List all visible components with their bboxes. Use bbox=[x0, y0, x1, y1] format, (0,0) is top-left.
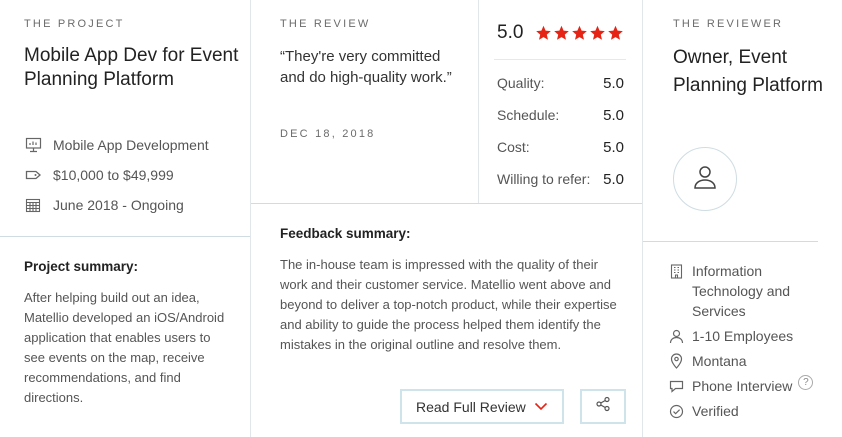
score-value: 5.0 bbox=[603, 139, 624, 156]
reviewer-verified: Verified bbox=[668, 401, 739, 421]
score-divider bbox=[478, 0, 479, 204]
score-label: Willing to refer: bbox=[497, 171, 591, 187]
star-icon bbox=[572, 25, 588, 40]
section-divider bbox=[643, 241, 818, 242]
project-timeline: June 2018 - Ongoing bbox=[24, 195, 184, 215]
score-quality: Quality: 5.0 bbox=[497, 75, 624, 92]
overall-score: 5.0 bbox=[497, 22, 524, 43]
reviewer-title: Owner, Event Planning Platform bbox=[673, 47, 823, 96]
feedback-summary-text: The in-house team is impressed with the … bbox=[280, 257, 617, 352]
reviewer-industry: Information Technology and Services bbox=[668, 261, 828, 321]
avatar bbox=[673, 147, 737, 211]
score-cost: Cost: 5.0 bbox=[497, 139, 624, 156]
star-icon bbox=[590, 25, 606, 40]
reviewer-industry-text: Information Technology and Services bbox=[692, 263, 791, 319]
review-card: THE PROJECT Mobile App Dev for Event Pla… bbox=[0, 0, 842, 437]
score-label: Schedule: bbox=[497, 107, 560, 123]
chevron-down-icon bbox=[534, 398, 548, 416]
location-pin-icon bbox=[668, 351, 684, 371]
section-divider bbox=[251, 203, 642, 204]
project-service-text: Mobile App Development bbox=[53, 137, 209, 153]
read-full-review-label: Read Full Review bbox=[416, 398, 526, 415]
review-date: DEC 18, 2018 bbox=[280, 128, 376, 140]
score-label: Quality: bbox=[497, 75, 545, 91]
reviewer-location: Montana bbox=[668, 351, 746, 371]
score-willing-to-refer: Willing to refer: 5.0 bbox=[497, 171, 624, 188]
score-label: Cost: bbox=[497, 139, 530, 155]
score-value: 5.0 bbox=[603, 75, 624, 92]
building-icon bbox=[668, 261, 684, 281]
user-icon bbox=[691, 163, 719, 196]
section-divider bbox=[0, 236, 250, 237]
score-schedule: Schedule: 5.0 bbox=[497, 107, 624, 124]
project-title: Mobile App Dev for Event Planning Platfo… bbox=[24, 45, 239, 90]
review-quote: “They're very committed and do high-qual… bbox=[280, 48, 452, 86]
reviewer-verified-text: Verified bbox=[692, 403, 739, 419]
score-value: 5.0 bbox=[603, 107, 624, 124]
reviewer-interview-type-text: Phone Interview bbox=[692, 378, 793, 394]
person-icon bbox=[668, 326, 684, 346]
score-value: 5.0 bbox=[603, 171, 624, 188]
project-budget: $10,000 to $49,999 bbox=[24, 165, 174, 185]
chat-bubble-icon bbox=[668, 376, 684, 396]
star-icon bbox=[554, 25, 570, 40]
star-rating bbox=[535, 25, 625, 41]
reviewer-location-text: Montana bbox=[692, 353, 747, 369]
share-button[interactable] bbox=[580, 389, 626, 424]
star-icon bbox=[608, 25, 624, 40]
reviewer-interview-type: Phone Interview ? bbox=[668, 375, 814, 396]
star-icon bbox=[536, 25, 552, 40]
reviewer-company-size-text: 1-10 Employees bbox=[692, 328, 794, 344]
column-divider bbox=[642, 0, 643, 437]
project-summary-heading: Project summary: bbox=[24, 259, 139, 274]
project-eyebrow: THE PROJECT bbox=[24, 18, 125, 30]
reviewer-eyebrow: THE REVIEWER bbox=[673, 18, 784, 30]
reviewer-company-size: 1-10 Employees bbox=[668, 326, 793, 346]
check-circle-icon bbox=[668, 401, 684, 421]
project-timeline-text: June 2018 - Ongoing bbox=[53, 197, 184, 213]
read-full-review-button[interactable]: Read Full Review bbox=[400, 389, 564, 424]
overall-rating: 5.0 bbox=[497, 22, 625, 44]
price-tag-icon bbox=[24, 166, 42, 184]
column-divider bbox=[250, 0, 251, 437]
share-icon bbox=[595, 396, 611, 417]
monitor-icon bbox=[24, 136, 42, 154]
project-budget-text: $10,000 to $49,999 bbox=[53, 167, 174, 183]
score-divider bbox=[494, 59, 626, 60]
help-icon[interactable]: ? bbox=[798, 375, 814, 390]
calendar-icon bbox=[24, 196, 42, 214]
review-eyebrow: THE REVIEW bbox=[280, 18, 371, 30]
feedback-summary-heading: Feedback summary: bbox=[280, 226, 411, 241]
project-service: Mobile App Development bbox=[24, 135, 209, 155]
project-summary-text: After helping build out an idea, Matelli… bbox=[24, 290, 225, 405]
